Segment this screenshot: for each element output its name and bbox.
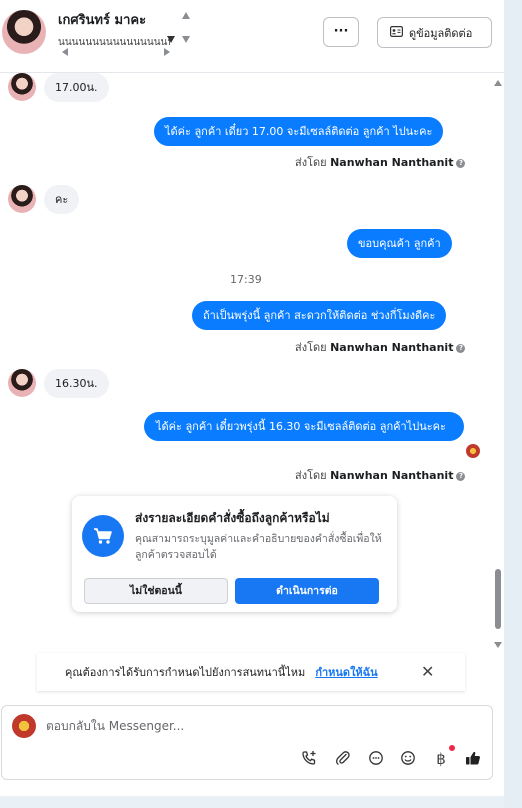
sent-by-label: ส่งโดย Nanwhan Nanthanit? [295, 466, 466, 484]
assign-prompt-text: คุณต้องการได้รับการกำหนดไปยังการสนทนานี้… [65, 666, 306, 679]
contact-avatar-small [8, 185, 36, 213]
contact-card-icon [390, 25, 404, 40]
close-icon[interactable]: ✕ [421, 662, 434, 681]
phone-add-icon[interactable] [300, 750, 318, 768]
scroll-down-arrow-icon[interactable] [182, 36, 190, 43]
info-icon[interactable]: ? [456, 343, 466, 353]
scroll-down-arrow-icon[interactable] [167, 36, 175, 43]
paperclip-icon[interactable] [334, 750, 352, 768]
thread-scrollbar[interactable] [492, 73, 504, 653]
order-prompt-title: ส่งรายละเอียดคำสั่งซื้อถึงลูกค้าหรือไม่ [135, 511, 330, 525]
not-now-button[interactable]: ไม่ใช่ตอนนี้ [84, 578, 228, 604]
thumbs-up-icon[interactable] [464, 750, 482, 768]
sent-by-label: ส่งโดย Nanwhan Nanthanit? [295, 153, 466, 171]
outgoing-message[interactable]: ได้ค่ะ ลูกค้า เดี๋ยวพรุ่งนี้ 16.30 จะมีเ… [144, 412, 464, 441]
seen-avatar-icon [466, 444, 480, 458]
order-details-prompt: ส่งรายละเอียดคำสั่งซื้อถึงลูกค้าหรือไม่ … [72, 496, 397, 612]
view-contact-info-button[interactable]: ดูข้อมูลติดต่อ [377, 17, 492, 48]
info-icon[interactable]: ? [456, 471, 466, 481]
chat-bubble-icon[interactable] [367, 750, 385, 768]
contact-subtitle: นนนนนนนนนนนนนนนนน [58, 37, 170, 47]
baht-icon[interactable]: ฿ [432, 750, 450, 768]
scroll-right-arrow-icon[interactable] [164, 48, 170, 56]
contact-name[interactable]: เกศรินทร์ มาคะ [58, 9, 146, 30]
notification-dot [449, 745, 455, 751]
continue-button[interactable]: ดำเนินการต่อ [235, 578, 379, 604]
scrollbar-thumb[interactable] [495, 569, 501, 629]
scroll-left-arrow-icon[interactable] [62, 48, 68, 56]
view-contact-info-label: ดูข้อมูลติดต่อ [409, 26, 473, 40]
emoji-icon[interactable] [399, 750, 417, 768]
header-mini-scrollbar[interactable] [62, 8, 194, 58]
message-composer: ฿ [1, 705, 493, 780]
sent-by-label: ส่งโดย Nanwhan Nanthanit? [295, 338, 466, 356]
timestamp: 17:39 [230, 273, 262, 286]
contact-avatar-small [8, 73, 36, 101]
contact-avatar-small [8, 369, 36, 397]
outgoing-message[interactable]: ได้ค่ะ ลูกค้า เดี๋ยว 17.00 จะมีเซลล์ติดต… [154, 117, 444, 146]
incoming-message[interactable]: 16.30น. [44, 369, 109, 398]
incoming-message[interactable]: คะ [44, 185, 80, 214]
scroll-up-arrow-icon[interactable] [182, 12, 190, 19]
scroll-up-arrow-icon[interactable] [494, 80, 502, 86]
page-avatar [12, 714, 36, 738]
conversation-header: เกศรินทร์ มาคะ นนนนนนนนนนนนนนนนน ··· ดูข… [0, 0, 504, 73]
outgoing-message[interactable]: ถ้าเป็นพรุ่งนี้ ลูกค้า สะดวกให้ติดต่อ ช่… [192, 301, 447, 330]
order-prompt-description: คุณสามารถระบุมูลค่าและคำอธิบายของคำสั่งซ… [135, 533, 382, 561]
assign-conversation-banner: คุณต้องการได้รับการกำหนดไปยังการสนทนานี้… [37, 653, 465, 691]
window-edge [504, 0, 522, 808]
contact-avatar[interactable] [2, 10, 46, 54]
assign-to-me-link[interactable]: กำหนดให้ฉัน [315, 663, 377, 681]
reply-input[interactable] [46, 714, 466, 738]
incoming-message[interactable]: 17.00น. [44, 73, 109, 102]
info-icon[interactable]: ? [456, 158, 466, 168]
more-options-button[interactable]: ··· [323, 17, 359, 47]
outgoing-message[interactable]: ขอบคุณค้า ลูกค้า [347, 229, 452, 258]
scroll-down-arrow-icon[interactable] [494, 642, 502, 648]
shopping-cart-icon [82, 515, 124, 557]
